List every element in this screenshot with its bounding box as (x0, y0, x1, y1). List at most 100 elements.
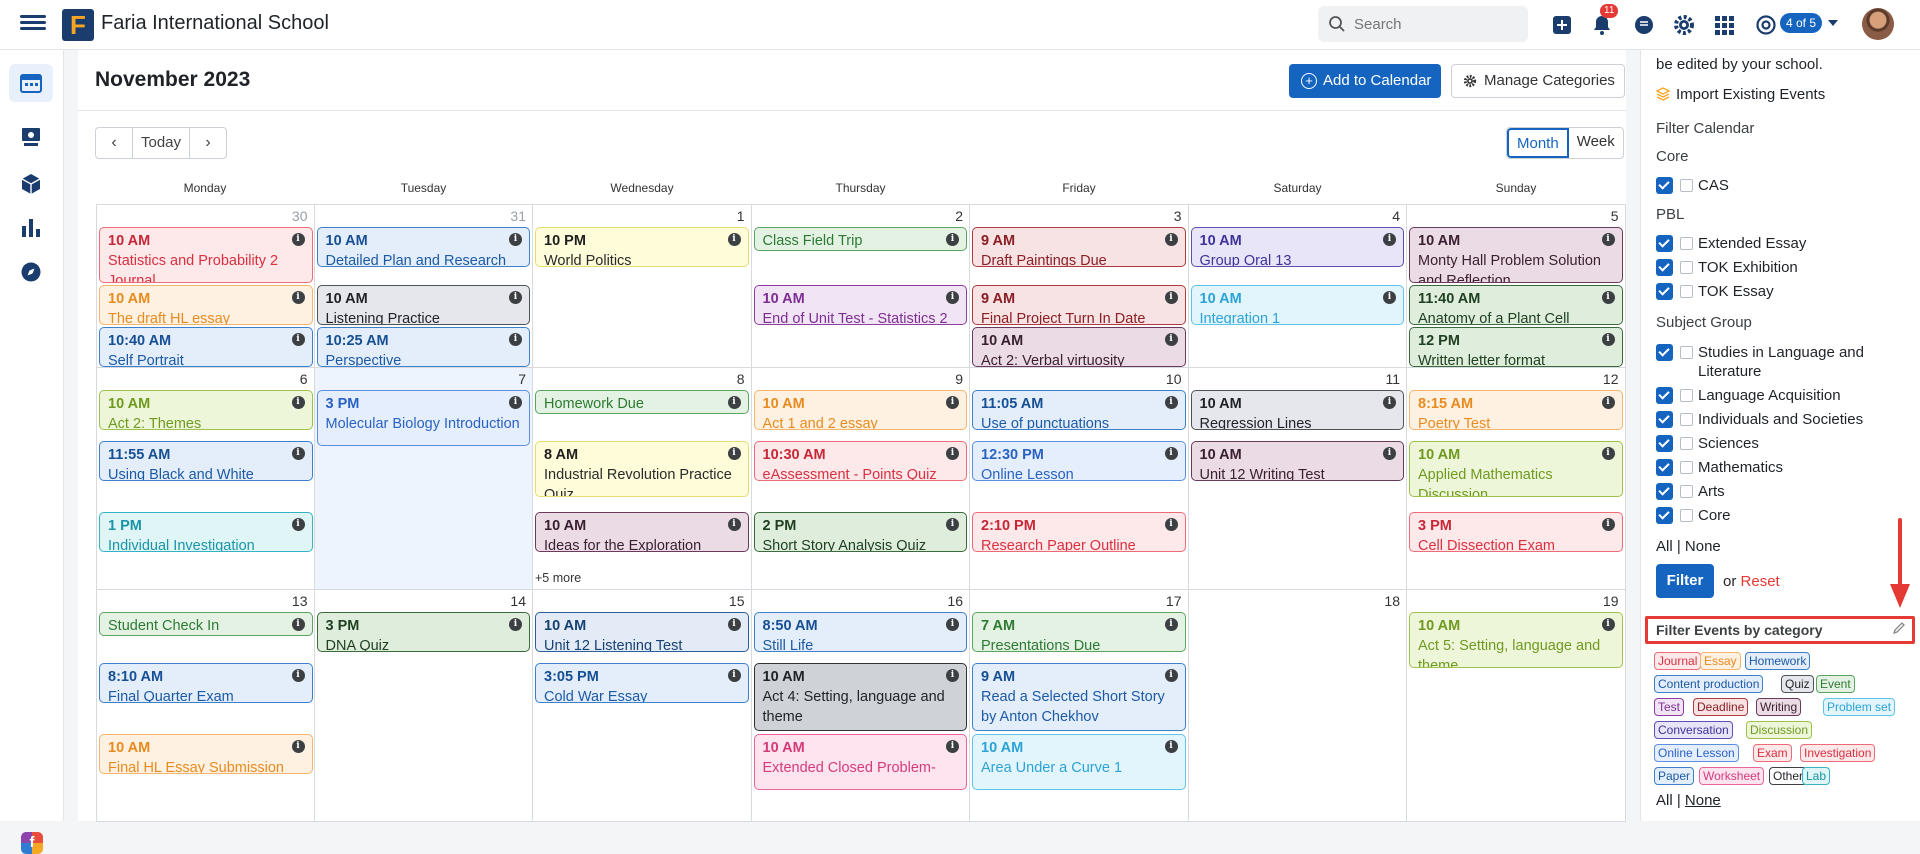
info-icon[interactable]: i (509, 618, 522, 631)
calendar-event[interactable]: 11:55 AM Using Black and White i (99, 441, 313, 481)
today-button[interactable]: Today (132, 128, 190, 158)
calendar-event[interactable]: 7 AM Presentations Due i (972, 612, 1186, 652)
day-cell[interactable]: 12 8:15 AM Poetry Test i 10 AM Applied Mathem… (1407, 368, 1626, 590)
category-tag[interactable]: Conversation (1654, 721, 1733, 739)
chat-icon[interactable] (1632, 13, 1656, 37)
calendar-event[interactable]: 9 AM Read a Selected Short Story by Anton… (972, 663, 1186, 731)
calendar-event[interactable]: 2 PM Short Story Analysis Quiz i (753, 512, 967, 552)
school-logo[interactable]: F (62, 9, 94, 41)
checkbox-checked-icon[interactable] (1656, 411, 1673, 428)
calendar-event[interactable]: Student Check In i (99, 612, 313, 636)
day-cell[interactable]: 18 (1188, 590, 1407, 822)
info-icon[interactable]: i (291, 740, 305, 753)
prev-month-button[interactable]: ‹ (96, 128, 132, 158)
calendar-event[interactable]: 10:40 AM Self Portrait i (99, 327, 313, 367)
import-events-link[interactable]: Import Existing Events (1655, 86, 1825, 103)
calendar-event[interactable]: 10 AM Act 4: Setting, language and theme i (753, 663, 967, 731)
calendar-event[interactable]: 11:05 AM Use of punctuations i (972, 390, 1186, 430)
checkbox-checked-icon[interactable] (1656, 235, 1673, 252)
info-icon[interactable]: i (291, 518, 305, 531)
info-icon[interactable]: i (1164, 518, 1178, 531)
checkbox-checked-icon[interactable] (1656, 387, 1673, 404)
info-icon[interactable]: i (946, 740, 959, 753)
avatar[interactable] (1862, 8, 1894, 40)
info-icon[interactable]: i (1164, 447, 1178, 460)
filter-checkbox[interactable]: CAS (1656, 176, 1906, 195)
help-lifebuoy-icon[interactable] (1754, 13, 1778, 37)
calendar-event[interactable]: 10 AM Act 2: Verbal virtuosity i (972, 327, 1186, 367)
calendar-event[interactable]: 10 AM Extended Closed Problem-i (753, 734, 967, 790)
filter-button[interactable]: Filter (1656, 564, 1714, 598)
calendar-event[interactable]: 10 AM Group Oral 13 i (1190, 227, 1404, 267)
category-tag[interactable]: Exam (1753, 744, 1792, 762)
filter-checkbox[interactable]: Arts (1656, 482, 1906, 501)
category-tag[interactable]: Investigation (1800, 744, 1876, 762)
calendar-event[interactable]: 3 PM DNA Quiz i (316, 612, 530, 652)
day-cell[interactable]: 7 3 PM Molecular Biology Introduction i (314, 368, 533, 590)
info-icon[interactable]: i (946, 669, 959, 682)
info-icon[interactable]: i (1164, 291, 1178, 304)
category-tag[interactable]: Paper (1654, 767, 1695, 785)
calendar-event[interactable]: 8:15 AM Poetry Test i (1409, 390, 1623, 430)
info-icon[interactable]: i (1601, 447, 1615, 460)
info-icon[interactable]: i (291, 233, 305, 246)
select-none-link[interactable]: None (1685, 538, 1721, 555)
calendar-event[interactable]: 12 PM Written letter format i (1409, 327, 1623, 367)
checkbox-checked-icon[interactable] (1656, 283, 1673, 300)
category-tag[interactable]: Test (1654, 698, 1685, 716)
calendar-event[interactable]: 10 AM Act 1 and 2 essay i (753, 390, 967, 430)
info-icon[interactable]: i (946, 233, 959, 246)
calendar-event[interactable]: 10 AM Act 5: Setting, language and theme i (1409, 612, 1623, 668)
category-tag[interactable]: Quiz (1781, 675, 1814, 693)
category-tag[interactable]: Deadline (1693, 698, 1749, 716)
info-icon[interactable]: i (291, 447, 305, 460)
info-icon[interactable]: i (727, 233, 741, 246)
nav-classes[interactable] (9, 118, 53, 156)
info-icon[interactable]: i (727, 518, 741, 531)
day-cell[interactable]: 11 10 AM Regression Lines i 10 AM Unit 12 Wri… (1188, 368, 1407, 590)
filter-checkbox[interactable]: Studies in Language and Literature (1656, 343, 1906, 381)
calendar-event[interactable]: 10 AM Statistics and Probability 2 Journa… (99, 227, 313, 283)
info-icon[interactable]: i (1601, 333, 1615, 346)
manage-categories-button[interactable]: Manage Categories (1451, 64, 1625, 98)
more-events-link[interactable]: +5 more (535, 571, 581, 585)
info-icon[interactable]: i (291, 291, 305, 304)
day-cell[interactable]: 15 10 AM Unit 12 Listening Test i 3:05 PM Col… (533, 590, 752, 822)
day-cell[interactable]: 2 Class Field Trip i 10 AM End of Unit Test … (751, 205, 970, 368)
category-tag[interactable]: Online Lesson (1654, 744, 1739, 762)
info-icon[interactable]: i (1164, 333, 1178, 346)
day-cell[interactable]: 19 10 AM Act 5: Setting, language and them… (1407, 590, 1626, 822)
filter-checkbox[interactable]: Mathematics (1656, 458, 1906, 477)
info-icon[interactable]: i (727, 396, 741, 409)
next-month-button[interactable]: › (190, 128, 226, 158)
checkbox-checked-icon[interactable] (1656, 344, 1673, 361)
calendar-event[interactable]: 10 AM The draft HL essay i (99, 285, 313, 325)
info-icon[interactable]: i (1601, 233, 1615, 246)
info-icon[interactable]: i (291, 669, 305, 682)
info-icon[interactable]: i (727, 618, 741, 631)
calendar-event[interactable]: 8:50 AM Still Life i (753, 612, 967, 652)
category-tag[interactable]: Homework (1745, 652, 1811, 670)
search-box[interactable] (1318, 6, 1528, 42)
category-tag[interactable]: Discussion (1746, 721, 1813, 739)
filter-checkbox[interactable]: TOK Exhibition (1656, 258, 1906, 277)
day-cell[interactable]: 5 10 AM Monty Hall Problem Solution and Re… (1407, 205, 1626, 368)
add-icon[interactable] (1550, 13, 1574, 37)
info-icon[interactable]: i (1383, 396, 1396, 409)
calendar-event[interactable]: 9 AM Draft Paintings Due i (972, 227, 1186, 267)
info-icon[interactable]: i (1601, 396, 1615, 409)
calendar-event[interactable]: 10 AM Act 2: Themes i (99, 390, 313, 430)
chevron-down-icon[interactable] (1828, 20, 1838, 26)
day-cell[interactable]: 31 10 AM Detailed Plan and Research i 10 AM L… (314, 205, 533, 368)
info-icon[interactable]: i (509, 396, 522, 409)
day-cell[interactable]: 6 10 AM Act 2: Themes i 11:55 AM Using Black … (96, 368, 315, 590)
category-tag[interactable]: Event (1816, 675, 1855, 693)
calendar-event[interactable]: 10 PM World Politics i (535, 227, 749, 267)
account-switcher[interactable]: 4 of 5 (1780, 13, 1823, 33)
info-icon[interactable]: i (946, 518, 959, 531)
day-cell[interactable]: 4 10 AM Group Oral 13 i 10 AM Integration 1 i (1188, 205, 1407, 368)
calendar-event[interactable]: 10 AM Detailed Plan and Research i (316, 227, 530, 267)
filter-checkbox[interactable]: Sciences (1656, 434, 1906, 453)
menu-icon[interactable] (20, 12, 46, 36)
nav-calendar[interactable] (9, 64, 53, 102)
